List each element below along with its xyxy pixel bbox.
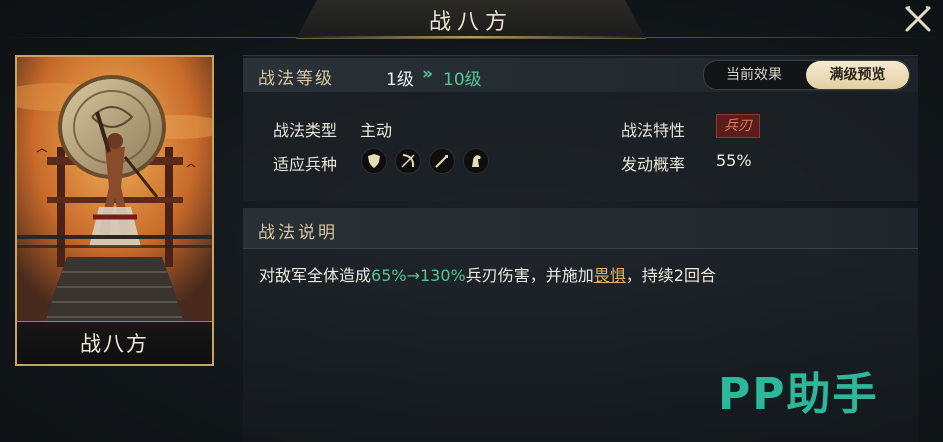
title-banner: 战八方: [296, 0, 646, 39]
level-max: 10级: [443, 70, 482, 90]
current-effect-tab[interactable]: 当前效果: [704, 61, 804, 89]
skill-trait-badge: 兵刃: [716, 114, 760, 138]
description-header: [243, 208, 918, 249]
damage-arrow: →: [406, 266, 420, 285]
shield-icon: [361, 148, 387, 174]
troop-type-label: 适应兵种: [273, 155, 338, 174]
description-part3: ，持续2回合: [625, 266, 716, 285]
status-fear-link[interactable]: 畏惧: [594, 266, 626, 285]
description-part2: 兵刃伤害，并施加: [465, 266, 594, 285]
level-current: 1级: [386, 70, 414, 90]
skill-card-art: [17, 57, 212, 327]
effect-toggle: 当前效果 满级预览: [703, 60, 910, 90]
damage-from: 65%: [371, 266, 407, 285]
horse-icon: [463, 148, 489, 174]
close-button[interactable]: [901, 2, 935, 36]
description-part1: 对敌军全体造成: [259, 266, 372, 285]
skill-level-label: 战法等级: [258, 69, 334, 89]
skill-type-value: 主动: [360, 121, 393, 140]
level-arrow-icon: »: [422, 64, 433, 84]
damage-to: 130%: [419, 266, 466, 285]
skill-card: 战八方: [15, 55, 214, 366]
description-text: 对敌军全体造成65%→130%兵刃伤害，并施加畏惧，持续2回合: [259, 262, 716, 286]
card-name: 战八方: [80, 332, 149, 356]
skill-trait-label: 战法特性: [621, 121, 686, 140]
skill-type-label: 战法类型: [273, 121, 338, 140]
page-title: 战八方: [428, 10, 513, 35]
max-preview-tab[interactable]: 满级预览: [806, 61, 909, 89]
watermark: PP助手: [718, 369, 879, 420]
trigger-rate-label: 发动概率: [621, 155, 686, 174]
bow-icon: [395, 148, 421, 174]
trigger-rate-value: 55%: [716, 151, 752, 170]
spear-icon: [429, 148, 455, 174]
description-title: 战法说明: [258, 223, 338, 243]
card-name-bar: 战八方: [17, 321, 212, 364]
close-icon: [905, 6, 931, 32]
